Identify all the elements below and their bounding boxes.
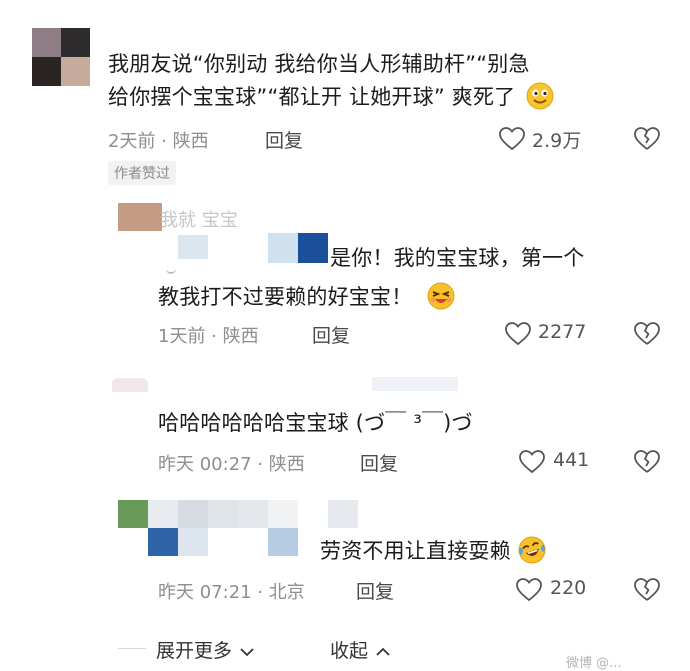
grinning-squint-emoji bbox=[427, 282, 455, 310]
comment-text-line: 我朋友说“你别动 我给你当人形辅助杆”“别急 bbox=[108, 52, 530, 76]
divider bbox=[118, 648, 146, 649]
like-count: 441 bbox=[553, 449, 590, 471]
comment-text: 给你摆个宝宝球”“都让开 让她开球” 爽死了 bbox=[108, 85, 516, 109]
reply-button[interactable]: 回复 bbox=[356, 577, 394, 604]
like-count: 220 bbox=[550, 577, 587, 599]
heart-icon[interactable] bbox=[519, 450, 545, 474]
heart-icon[interactable] bbox=[499, 127, 525, 151]
heart-icon[interactable] bbox=[516, 578, 542, 602]
collapse-button[interactable]: 收起 bbox=[330, 636, 390, 663]
comment-time: 1天前 · 陕西 bbox=[158, 326, 259, 347]
avatar[interactable] bbox=[118, 203, 162, 231]
mosaic-block bbox=[268, 233, 298, 263]
collapse-label: 收起 bbox=[330, 640, 369, 662]
reply-button[interactable]: 回复 bbox=[312, 321, 350, 348]
comment-text: 劳资不用让直接耍赖 bbox=[320, 539, 511, 563]
comment-text-line: 是你！我的宝宝球，第一个 bbox=[330, 246, 585, 270]
commenter-name[interactable]: 我就 宝宝 bbox=[160, 206, 238, 232]
avatar[interactable] bbox=[112, 378, 148, 392]
expand-more-label: 展开更多 bbox=[156, 640, 233, 662]
like-count: 2.9万 bbox=[532, 130, 582, 152]
chevron-up-icon bbox=[376, 647, 390, 656]
broken-heart-icon[interactable] bbox=[634, 450, 660, 474]
reply-button[interactable]: 回复 bbox=[265, 126, 303, 153]
mosaic-block bbox=[178, 235, 208, 259]
comment-text: 哈哈哈哈哈哈宝宝球 (づ￣ ³￣)づ bbox=[158, 411, 473, 435]
broken-heart-icon[interactable] bbox=[634, 578, 660, 602]
smiling-face-emoji bbox=[526, 82, 554, 110]
expand-more-button[interactable]: 展开更多 bbox=[156, 636, 254, 663]
comment-time: 昨天 07:21 · 北京 bbox=[158, 582, 305, 603]
chevron-down-icon bbox=[240, 648, 254, 657]
comment-time: 昨天 00:27 · 陕西 bbox=[158, 454, 305, 475]
reply-button[interactable]: 回复 bbox=[360, 449, 398, 476]
mosaic-block bbox=[166, 266, 176, 274]
broken-heart-icon[interactable] bbox=[634, 322, 660, 346]
avatar[interactable] bbox=[32, 28, 90, 86]
laughing-tears-emoji bbox=[518, 536, 546, 564]
heart-icon[interactable] bbox=[505, 322, 531, 346]
comment-time: 2天前 · 陕西 bbox=[108, 131, 209, 152]
mosaic-block bbox=[372, 377, 458, 391]
author-liked-badge: 作者赞过 bbox=[108, 161, 176, 185]
mosaic-block bbox=[298, 233, 328, 263]
watermark: 微博 @... bbox=[566, 656, 622, 671]
comment-text: 教我打不过要赖的好宝宝！ bbox=[158, 285, 413, 309]
comment-text-line: 给你摆个宝宝球”“都让开 让她开球” 爽死了 bbox=[108, 81, 668, 114]
broken-heart-icon[interactable] bbox=[634, 127, 660, 151]
like-count: 2277 bbox=[538, 321, 587, 343]
